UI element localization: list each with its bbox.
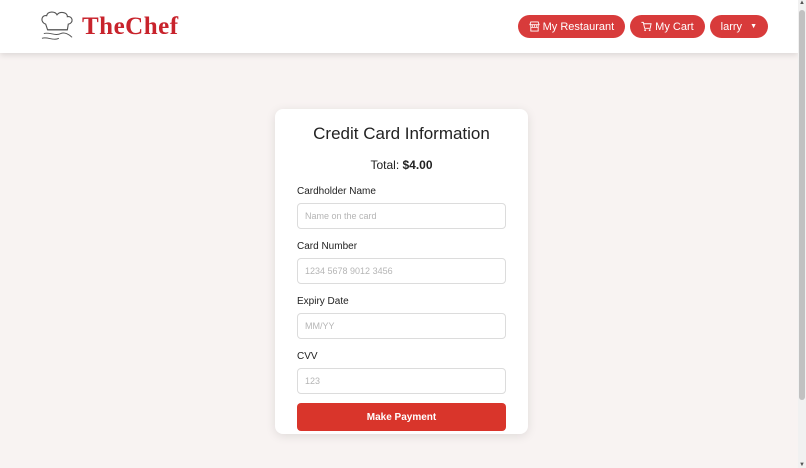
scroll-up-arrow-icon[interactable]: ▲ bbox=[798, 0, 806, 6]
caret-down-icon: ▼ bbox=[750, 23, 757, 30]
store-icon bbox=[528, 21, 540, 32]
card-number-label: Card Number bbox=[297, 241, 358, 252]
user-menu-button[interactable]: larry ▼ bbox=[709, 15, 768, 38]
my-restaurant-label: My Restaurant bbox=[542, 20, 615, 33]
user-name: larry bbox=[720, 20, 743, 33]
payment-card: Credit Card Information Total: $4.00 Car… bbox=[275, 109, 528, 434]
total-value: $4.00 bbox=[402, 158, 433, 172]
nav-buttons: My Restaurant My Cart larry ▼ bbox=[517, 15, 768, 38]
cvv-label: CVV bbox=[297, 351, 318, 362]
my-cart-button[interactable]: My Cart bbox=[630, 15, 705, 38]
expiry-input[interactable] bbox=[297, 313, 506, 339]
scrollbar[interactable]: ▲ ▼ bbox=[798, 0, 806, 468]
chef-hat-icon bbox=[41, 11, 73, 40]
cvv-input[interactable] bbox=[297, 368, 506, 394]
brand-name: TheChef bbox=[82, 13, 179, 40]
my-cart-label: My Cart bbox=[655, 20, 694, 33]
brand-logo[interactable]: TheChef bbox=[38, 10, 179, 44]
scroll-down-arrow-icon[interactable]: ▼ bbox=[798, 462, 806, 468]
my-restaurant-button[interactable]: My Restaurant bbox=[517, 15, 626, 38]
card-title: Credit Card Information bbox=[313, 124, 490, 143]
cardholder-input[interactable] bbox=[297, 203, 506, 229]
card-number-input[interactable] bbox=[297, 258, 506, 284]
expiry-label: Expiry Date bbox=[297, 296, 349, 307]
order-total: Total: $4.00 bbox=[297, 158, 506, 174]
cart-icon bbox=[641, 21, 652, 32]
total-label: Total: bbox=[370, 158, 400, 172]
scroll-thumb[interactable] bbox=[799, 10, 805, 400]
cardholder-label: Cardholder Name bbox=[297, 186, 376, 197]
make-payment-button[interactable]: Make Payment bbox=[297, 403, 506, 431]
navbar: TheChef My Restaurant My Cart larry ▼ bbox=[0, 0, 798, 53]
